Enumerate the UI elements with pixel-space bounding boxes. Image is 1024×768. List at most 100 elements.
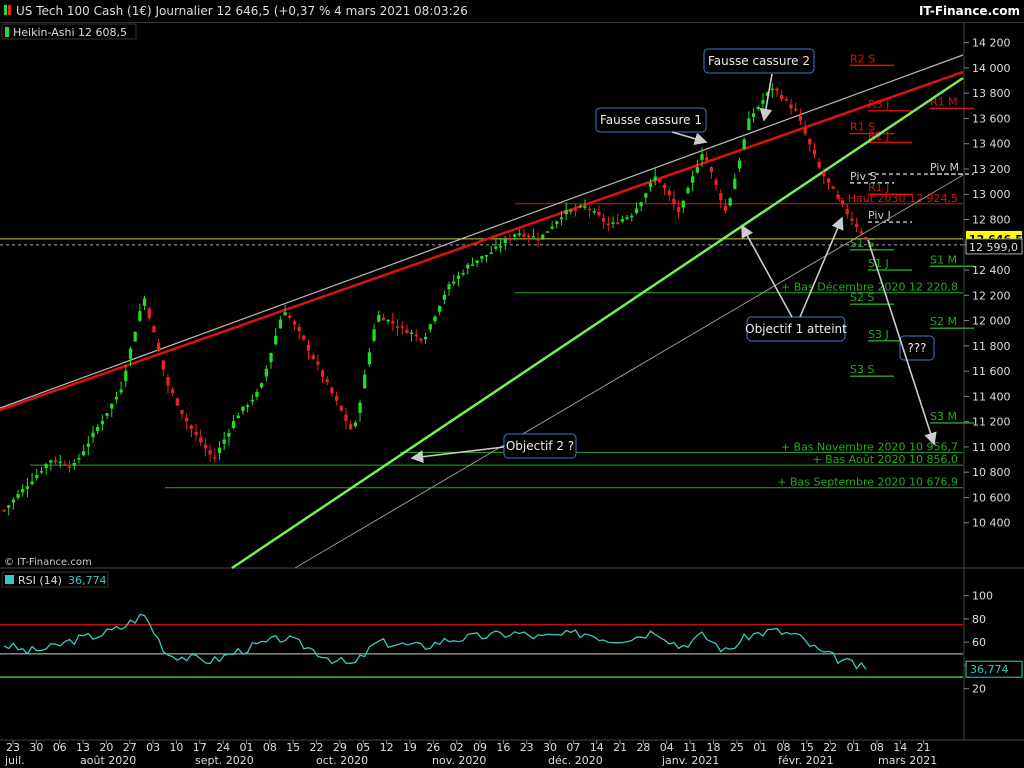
candle-body: [96, 426, 100, 431]
candle-body: [185, 417, 189, 422]
annotation-arrow: [671, 131, 708, 145]
candle-body: [691, 176, 695, 183]
candle-body: [531, 236, 536, 238]
candle-body: [550, 226, 554, 229]
price-tick-label: 14 000: [972, 62, 1011, 75]
candle-body: [39, 471, 44, 473]
candle-body: [292, 321, 297, 325]
candle-body: [82, 451, 86, 456]
time-axis: 23 30 06 13 20 27 03 10 17 24 01 08 15 22 29 05 12 19 26 02…: [4, 740, 937, 767]
candle-body: [128, 348, 133, 359]
candle-body: [812, 149, 817, 155]
rsi-value-text: 36,774: [970, 663, 1009, 676]
candle-body: [175, 398, 179, 406]
candle-body: [250, 399, 254, 402]
candle-body: [438, 306, 442, 312]
candle-body: [119, 389, 123, 393]
price-tick-label: 11 000: [972, 441, 1011, 454]
price-tick-label: 13 400: [972, 138, 1011, 151]
candle-body: [330, 387, 334, 394]
candle-body: [222, 439, 226, 444]
candle-body: [817, 161, 821, 168]
candle-body: [58, 461, 62, 464]
level-label: S2 M: [930, 315, 957, 328]
date-tick-label: 09: [473, 741, 487, 754]
candle-body: [152, 326, 156, 333]
annotation-arrow: [741, 224, 793, 318]
candle-body: [559, 217, 564, 220]
candle-body: [67, 466, 72, 468]
month-label: déc. 2020: [548, 754, 603, 767]
rsi-panel: 1008060402036,774: [0, 590, 1023, 696]
candle-body: [522, 233, 526, 237]
candle-body: [302, 335, 306, 340]
candle-body: [466, 264, 470, 269]
candle-body: [470, 264, 475, 266]
candle-body: [639, 202, 643, 207]
candle-body: [274, 335, 278, 345]
date-tick-label: 21: [613, 741, 627, 754]
candle-body: [864, 236, 868, 239]
candle-body: [21, 488, 25, 493]
date-tick-label: 22: [823, 741, 837, 754]
level-label: R2 S: [850, 52, 875, 65]
month-label: janv. 2021: [661, 754, 719, 767]
candle-body: [625, 217, 629, 219]
candle-body: [311, 355, 315, 360]
candle-body: [719, 193, 723, 201]
date-tick-label: 11: [683, 741, 697, 754]
candle-body: [737, 160, 742, 169]
price-chart[interactable]: Heikin-Ashi 12 608,5 © IT-Finance.com RS…: [0, 0, 1024, 768]
candle-body: [414, 334, 418, 337]
candle-body: [634, 208, 639, 214]
candle-body: [30, 481, 34, 485]
candle-body: [306, 344, 311, 351]
candle-body: [297, 326, 301, 332]
candle-body: [353, 422, 357, 427]
candle-body: [475, 260, 479, 263]
candle-body: [419, 338, 423, 341]
candle-body: [386, 319, 390, 322]
candle-body: [545, 231, 550, 233]
price-tick-label: 11 400: [972, 390, 1011, 403]
candle-body: [124, 370, 128, 381]
candle-body: [513, 234, 517, 237]
candle-body: [63, 464, 67, 466]
candle-body: [217, 447, 222, 453]
candle-body: [381, 317, 386, 321]
date-tick-label: 14: [893, 741, 907, 754]
candle-body: [587, 208, 592, 211]
price-tick-label: 13 200: [972, 163, 1011, 176]
candle-body: [597, 211, 601, 216]
candle-body: [77, 457, 81, 460]
date-tick-label: 03: [146, 741, 160, 754]
candle-body: [541, 234, 545, 239]
candle-body: [372, 329, 376, 341]
month-label: août 2020: [80, 754, 136, 767]
candle-body: [288, 315, 292, 318]
candle-body: [592, 210, 596, 213]
candle-body: [334, 396, 339, 401]
candle-body: [166, 376, 170, 386]
date-tick-label: 15: [286, 741, 300, 754]
price-tick-label: 10 400: [972, 517, 1011, 530]
annotation-question: ???: [907, 341, 926, 355]
candle-body: [156, 342, 161, 351]
candle-body: [662, 184, 667, 188]
candle-body: [339, 405, 343, 411]
candle-body: [133, 332, 137, 342]
date-tick-label: 30: [543, 741, 557, 754]
candle-body: [564, 210, 568, 215]
support-trendline: [231, 76, 964, 570]
price-tick-label: 13 000: [972, 188, 1011, 201]
candle-body: [606, 223, 610, 226]
candle-body: [836, 194, 840, 198]
levels-layer: R2 SR3 JR1 MR1 SR2 JPiv MPiv SR1 J+ Haut…: [0, 52, 974, 489]
candle-body: [808, 139, 812, 145]
date-tick-label: 29: [333, 741, 347, 754]
date-tick-label: 17: [193, 741, 207, 754]
ha-price-text: 12 599,0: [969, 241, 1018, 254]
candle-body: [840, 200, 845, 205]
price-tick-label: 12 000: [972, 315, 1011, 328]
candle-body: [245, 405, 250, 407]
